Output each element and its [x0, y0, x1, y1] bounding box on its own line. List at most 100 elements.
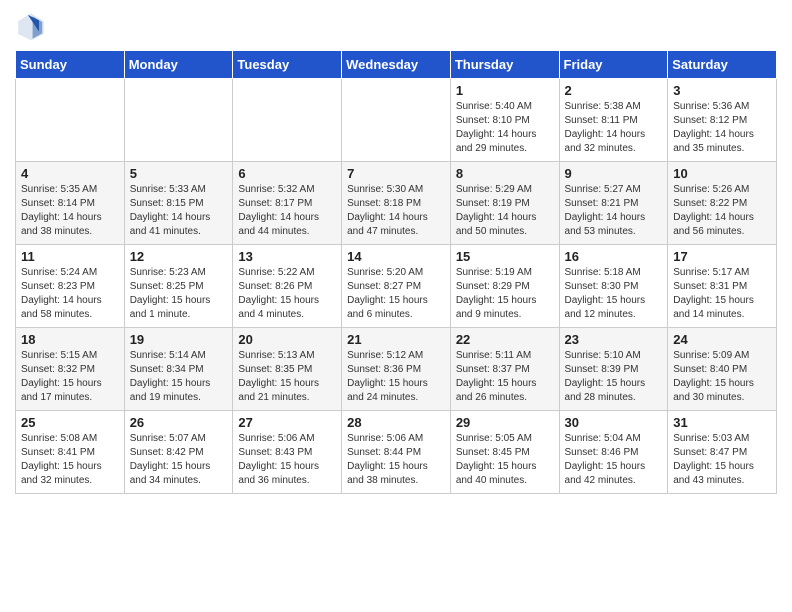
day-info: Sunrise: 5:33 AM Sunset: 8:15 PM Dayligh… [130, 183, 228, 239]
logo [15, 10, 51, 42]
day-info: Sunrise: 5:40 AM Sunset: 8:10 PM Dayligh… [456, 100, 554, 156]
day-number: 9 [565, 166, 663, 181]
day-number: 30 [565, 415, 663, 430]
day-cell: 20 Sunrise: 5:13 AM Sunset: 8:35 PM Dayli… [233, 328, 342, 411]
day-number: 3 [673, 83, 771, 98]
day-info: Sunrise: 5:07 AM Sunset: 8:42 PM Dayligh… [130, 432, 228, 488]
day-cell: 16 Sunrise: 5:18 AM Sunset: 8:30 PM Dayli… [559, 245, 668, 328]
day-info: Sunrise: 5:19 AM Sunset: 8:29 PM Dayligh… [456, 266, 554, 322]
day-info: Sunrise: 5:20 AM Sunset: 8:27 PM Dayligh… [347, 266, 445, 322]
day-number: 6 [238, 166, 336, 181]
day-info: Sunrise: 5:11 AM Sunset: 8:37 PM Dayligh… [456, 349, 554, 405]
day-number: 1 [456, 83, 554, 98]
day-number: 27 [238, 415, 336, 430]
day-cell: 1 Sunrise: 5:40 AM Sunset: 8:10 PM Daylig… [450, 79, 559, 162]
day-info: Sunrise: 5:24 AM Sunset: 8:23 PM Dayligh… [21, 266, 119, 322]
day-number: 15 [456, 249, 554, 264]
day-number: 14 [347, 249, 445, 264]
day-cell: 4 Sunrise: 5:35 AM Sunset: 8:14 PM Daylig… [16, 162, 125, 245]
day-cell: 12Sunrise: 5:23 AM Sunset: 8:25 PM Dayli… [124, 245, 233, 328]
day-number: 29 [456, 415, 554, 430]
calendar-table: SundayMondayTuesdayWednesdayThursdayFrid… [15, 50, 777, 494]
day-cell: 10 Sunrise: 5:26 AM Sunset: 8:22 PM Dayli… [668, 162, 777, 245]
day-number: 10 [673, 166, 771, 181]
week-row-2: 4 Sunrise: 5:35 AM Sunset: 8:14 PM Daylig… [16, 162, 777, 245]
day-info: Sunrise: 5:09 AM Sunset: 8:40 PM Dayligh… [673, 349, 771, 405]
day-info: Sunrise: 5:35 AM Sunset: 8:14 PM Dayligh… [21, 183, 119, 239]
day-info: Sunrise: 5:38 AM Sunset: 8:11 PM Dayligh… [565, 100, 663, 156]
day-cell: 22 Sunrise: 5:11 AM Sunset: 8:37 PM Dayli… [450, 328, 559, 411]
day-number: 17 [673, 249, 771, 264]
day-info: Sunrise: 5:22 AM Sunset: 8:26 PM Dayligh… [238, 266, 336, 322]
day-info: Sunrise: 5:30 AM Sunset: 8:18 PM Dayligh… [347, 183, 445, 239]
day-cell: 19Sunrise: 5:14 AM Sunset: 8:34 PM Dayli… [124, 328, 233, 411]
day-number: 23 [565, 332, 663, 347]
day-number: 24 [673, 332, 771, 347]
week-row-4: 18Sunrise: 5:15 AM Sunset: 8:32 PM Dayli… [16, 328, 777, 411]
day-cell: 5 Sunrise: 5:33 AM Sunset: 8:15 PM Daylig… [124, 162, 233, 245]
day-number: 12 [130, 249, 228, 264]
day-cell: 25Sunrise: 5:08 AM Sunset: 8:41 PM Dayli… [16, 411, 125, 494]
day-cell: 23 Sunrise: 5:10 AM Sunset: 8:39 PM Dayli… [559, 328, 668, 411]
day-info: Sunrise: 5:10 AM Sunset: 8:39 PM Dayligh… [565, 349, 663, 405]
day-info: Sunrise: 5:18 AM Sunset: 8:30 PM Dayligh… [565, 266, 663, 322]
day-cell: 3Sunrise: 5:36 AM Sunset: 8:12 PM Daylig… [668, 79, 777, 162]
day-cell: 7 Sunrise: 5:30 AM Sunset: 8:18 PM Daylig… [342, 162, 451, 245]
day-number: 22 [456, 332, 554, 347]
day-cell: 2 Sunrise: 5:38 AM Sunset: 8:11 PM Daylig… [559, 79, 668, 162]
day-cell: 30 Sunrise: 5:04 AM Sunset: 8:46 PM Dayli… [559, 411, 668, 494]
day-cell: 9 Sunrise: 5:27 AM Sunset: 8:21 PM Daylig… [559, 162, 668, 245]
day-cell [16, 79, 125, 162]
day-cell [342, 79, 451, 162]
day-info: Sunrise: 5:26 AM Sunset: 8:22 PM Dayligh… [673, 183, 771, 239]
day-cell: 28 Sunrise: 5:06 AM Sunset: 8:44 PM Dayli… [342, 411, 451, 494]
col-header-wednesday: Wednesday [342, 51, 451, 79]
day-number: 18 [21, 332, 119, 347]
col-header-monday: Monday [124, 51, 233, 79]
day-number: 20 [238, 332, 336, 347]
day-number: 26 [130, 415, 228, 430]
day-cell: 18Sunrise: 5:15 AM Sunset: 8:32 PM Dayli… [16, 328, 125, 411]
col-header-sunday: Sunday [16, 51, 125, 79]
day-cell: 6 Sunrise: 5:32 AM Sunset: 8:17 PM Daylig… [233, 162, 342, 245]
col-header-thursday: Thursday [450, 51, 559, 79]
day-number: 28 [347, 415, 445, 430]
day-info: Sunrise: 5:13 AM Sunset: 8:35 PM Dayligh… [238, 349, 336, 405]
day-cell: 14 Sunrise: 5:20 AM Sunset: 8:27 PM Dayli… [342, 245, 451, 328]
col-header-tuesday: Tuesday [233, 51, 342, 79]
col-header-saturday: Saturday [668, 51, 777, 79]
day-number: 2 [565, 83, 663, 98]
day-info: Sunrise: 5:17 AM Sunset: 8:31 PM Dayligh… [673, 266, 771, 322]
day-info: Sunrise: 5:08 AM Sunset: 8:41 PM Dayligh… [21, 432, 119, 488]
day-number: 13 [238, 249, 336, 264]
day-number: 7 [347, 166, 445, 181]
day-cell: 8 Sunrise: 5:29 AM Sunset: 8:19 PM Daylig… [450, 162, 559, 245]
day-cell [233, 79, 342, 162]
day-info: Sunrise: 5:03 AM Sunset: 8:47 PM Dayligh… [673, 432, 771, 488]
col-header-friday: Friday [559, 51, 668, 79]
day-number: 4 [21, 166, 119, 181]
day-number: 16 [565, 249, 663, 264]
day-info: Sunrise: 5:05 AM Sunset: 8:45 PM Dayligh… [456, 432, 554, 488]
day-cell: 17 Sunrise: 5:17 AM Sunset: 8:31 PM Dayli… [668, 245, 777, 328]
day-cell: 24 Sunrise: 5:09 AM Sunset: 8:40 PM Dayli… [668, 328, 777, 411]
day-number: 8 [456, 166, 554, 181]
day-cell: 15 Sunrise: 5:19 AM Sunset: 8:29 PM Dayli… [450, 245, 559, 328]
day-cell: 27Sunrise: 5:06 AM Sunset: 8:43 PM Dayli… [233, 411, 342, 494]
day-info: Sunrise: 5:04 AM Sunset: 8:46 PM Dayligh… [565, 432, 663, 488]
day-info: Sunrise: 5:32 AM Sunset: 8:17 PM Dayligh… [238, 183, 336, 239]
day-cell: 13 Sunrise: 5:22 AM Sunset: 8:26 PM Dayli… [233, 245, 342, 328]
day-info: Sunrise: 5:29 AM Sunset: 8:19 PM Dayligh… [456, 183, 554, 239]
header-row: SundayMondayTuesdayWednesdayThursdayFrid… [16, 51, 777, 79]
day-info: Sunrise: 5:14 AM Sunset: 8:34 PM Dayligh… [130, 349, 228, 405]
logo-icon [15, 10, 47, 42]
page: SundayMondayTuesdayWednesdayThursdayFrid… [0, 0, 792, 509]
week-row-1: 1 Sunrise: 5:40 AM Sunset: 8:10 PM Daylig… [16, 79, 777, 162]
day-cell: 29 Sunrise: 5:05 AM Sunset: 8:45 PM Dayli… [450, 411, 559, 494]
day-info: Sunrise: 5:27 AM Sunset: 8:21 PM Dayligh… [565, 183, 663, 239]
day-cell [124, 79, 233, 162]
day-number: 5 [130, 166, 228, 181]
day-info: Sunrise: 5:06 AM Sunset: 8:44 PM Dayligh… [347, 432, 445, 488]
week-row-5: 25Sunrise: 5:08 AM Sunset: 8:41 PM Dayli… [16, 411, 777, 494]
week-row-3: 11Sunrise: 5:24 AM Sunset: 8:23 PM Dayli… [16, 245, 777, 328]
